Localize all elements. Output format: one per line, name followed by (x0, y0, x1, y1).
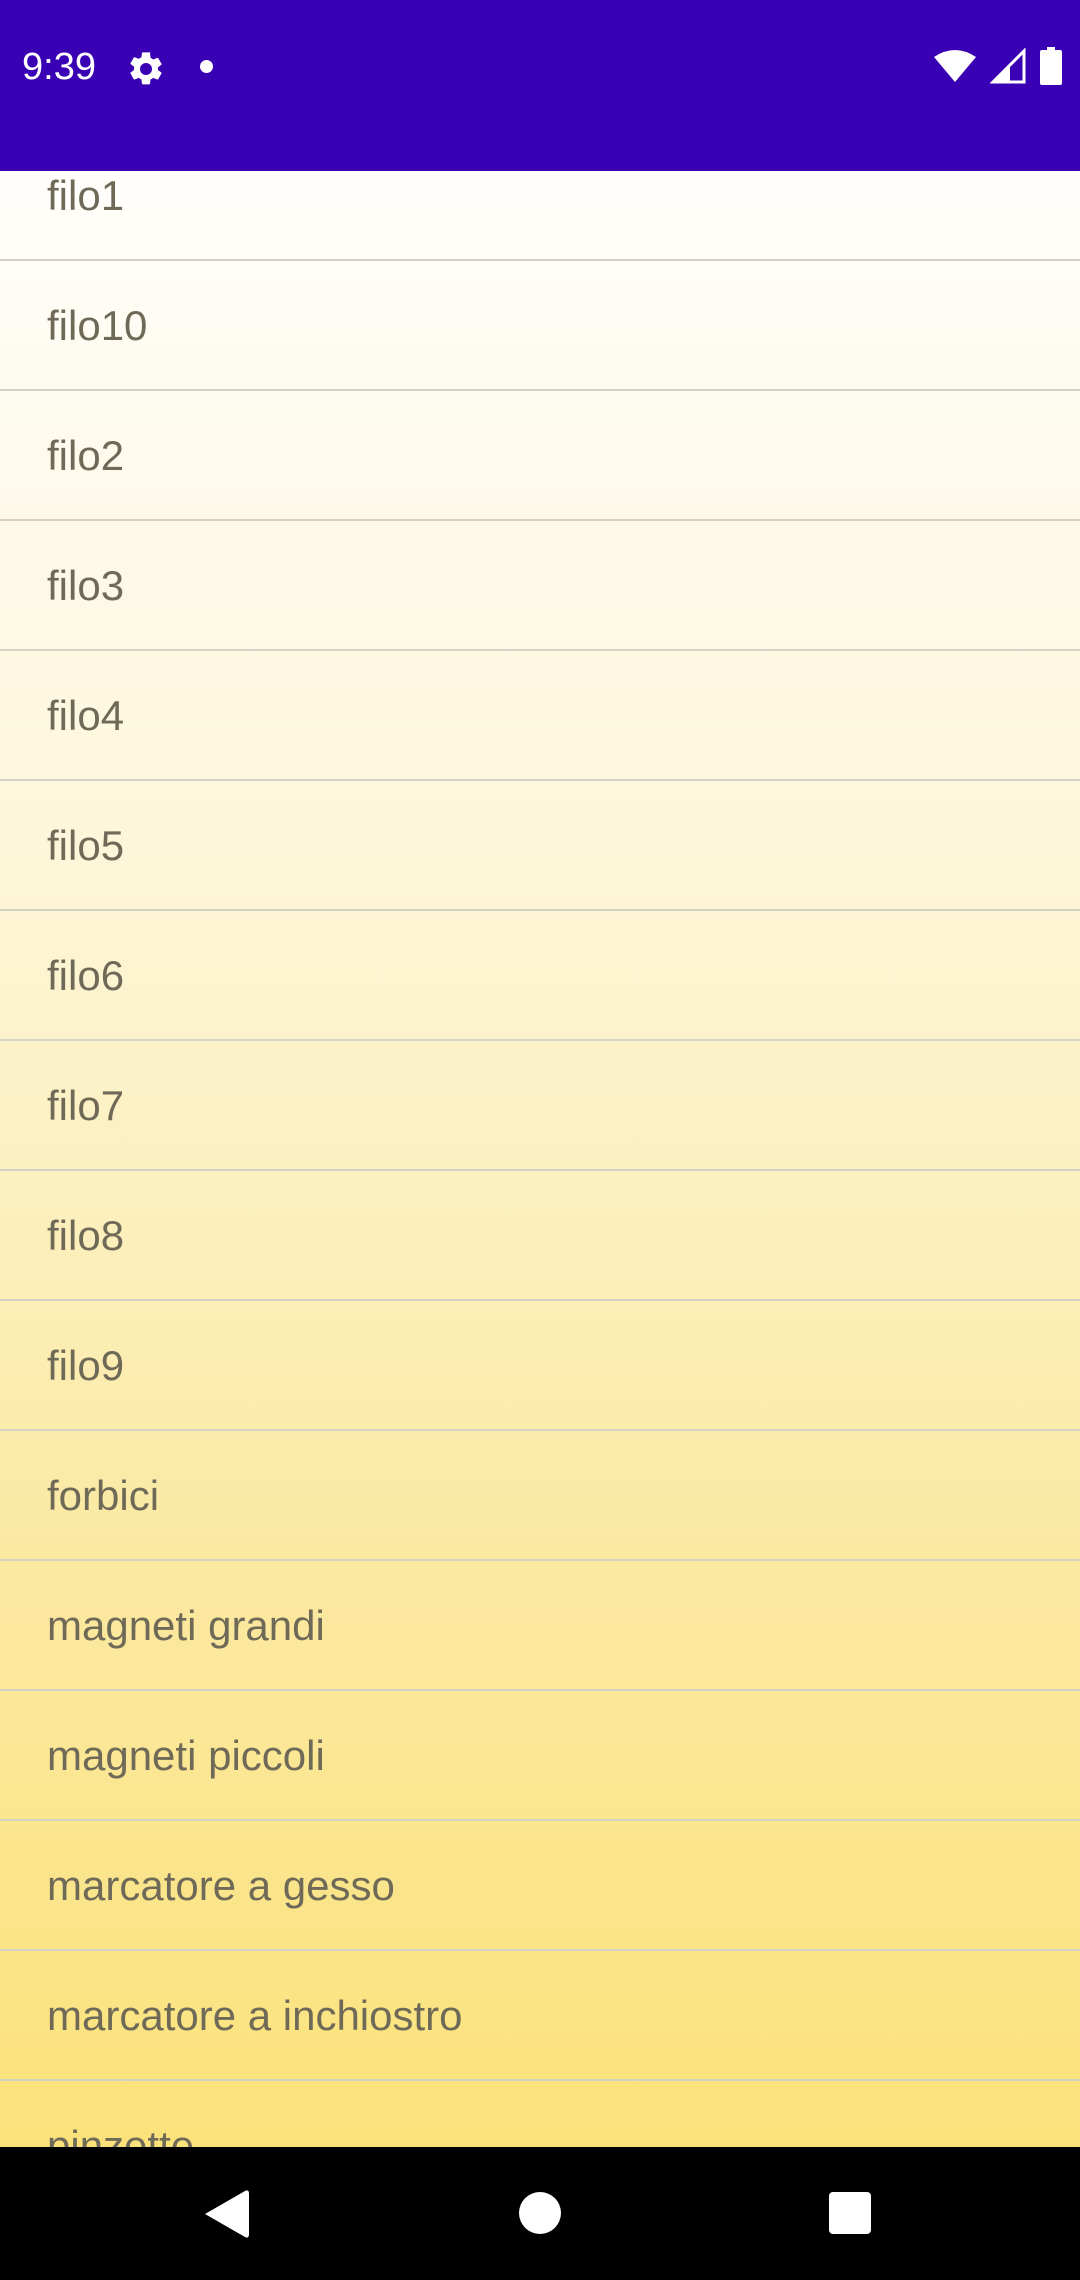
list-item-label: pinzette (47, 2122, 195, 2147)
list-item[interactable]: marcatore a gesso (0, 1821, 1080, 1951)
list-item-label: marcatore a inchiostro (47, 1992, 463, 2039)
list-item[interactable]: forbici (0, 1431, 1080, 1561)
list-item-label: filo5 (47, 822, 125, 869)
cellular-signal-icon (989, 46, 1026, 89)
wifi-icon (934, 49, 976, 88)
list-item[interactable]: magneti grandi (0, 1561, 1080, 1691)
list-item[interactable]: filo1 (0, 171, 1080, 261)
list-item[interactable]: filo6 (0, 911, 1080, 1041)
list-item-label: filo10 (47, 302, 148, 349)
list-item[interactable]: pinzette (0, 2081, 1080, 2147)
list-item-label: marcatore a gesso (47, 1862, 395, 1909)
list-item[interactable]: filo9 (0, 1301, 1080, 1431)
list-item-label: magneti piccoli (47, 1732, 325, 1779)
navigation-bar (0, 2147, 1080, 2280)
list-item-label: forbici (47, 1472, 160, 1519)
list-item-label: filo3 (47, 562, 125, 609)
back-icon[interactable] (205, 2189, 249, 2239)
list-item[interactable]: filo3 (0, 521, 1080, 651)
list-item[interactable]: filo4 (0, 651, 1080, 781)
list-item[interactable]: filo10 (0, 261, 1080, 391)
list-item-label: filo7 (47, 1082, 125, 1129)
gear-icon (126, 49, 166, 89)
home-icon[interactable] (519, 2192, 561, 2234)
status-icons (934, 46, 1062, 90)
list-item[interactable]: filo7 (0, 1041, 1080, 1171)
item-list-content: filo1 filo10 filo2 filo3 filo4 filo5 filo6 filo… (0, 171, 1080, 2147)
list-item-label: filo2 (47, 432, 125, 479)
list-item[interactable]: filo8 (0, 1171, 1080, 1301)
list-item[interactable]: marcatore a inchiostro (0, 1951, 1080, 2081)
status-time: 9:39 (22, 46, 96, 88)
recents-icon[interactable] (829, 2192, 871, 2234)
list-item-label: filo6 (47, 952, 125, 999)
list-item-label: magneti grandi (47, 1602, 325, 1649)
notification-dot-icon (200, 60, 213, 73)
battery-icon (1040, 46, 1062, 90)
list-item-label: filo8 (47, 1212, 125, 1259)
list-item[interactable]: filo2 (0, 391, 1080, 521)
list-item-label: filo1 (47, 172, 125, 219)
list-item-label: filo4 (47, 692, 125, 739)
status-bar: 9:39 (0, 0, 1080, 171)
list-item[interactable]: filo5 (0, 781, 1080, 911)
item-list[interactable]: filo1 filo10 filo2 filo3 filo4 filo5 filo6 filo… (0, 171, 1080, 2147)
list-item[interactable]: magneti piccoli (0, 1691, 1080, 1821)
list-item-label: filo9 (47, 1342, 125, 1389)
